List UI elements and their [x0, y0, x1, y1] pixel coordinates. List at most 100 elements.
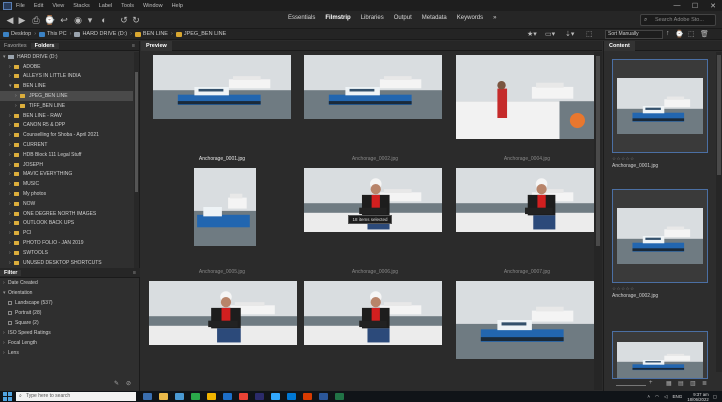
folder-tree-item[interactable]: ▾ HARD DRIVE (D:) [0, 52, 133, 62]
breadcrumb-item[interactable]: This PC › [39, 31, 71, 37]
folder-up-icon[interactable]: ⎙ [30, 14, 42, 26]
excel-icon[interactable] [335, 393, 344, 400]
breadcrumb-item[interactable]: HARD DRIVE (D:) › [74, 31, 132, 37]
boomerang-icon[interactable]: ↩ [58, 14, 70, 26]
view-thumbnails-icon[interactable]: ▤ [678, 380, 684, 387]
checkbox[interactable] [8, 311, 12, 315]
folder-tree-item[interactable]: › HDB Block 111 Legal Stuff [0, 150, 133, 160]
sticky-notes-icon[interactable] [207, 393, 216, 400]
thumbnail[interactable] [304, 55, 442, 119]
pin-icon[interactable]: ✎ [114, 380, 119, 387]
preview-scrollbar[interactable] [594, 52, 602, 390]
tab-folders[interactable]: Folders [30, 42, 59, 49]
filter-row[interactable]: Portrait (28) [0, 308, 140, 318]
delete-icon[interactable]: 🗑 [700, 30, 709, 38]
thumbnail-size-slider[interactable] [616, 385, 646, 386]
photoshop-icon[interactable] [271, 393, 280, 400]
thumbnail[interactable] [153, 55, 291, 119]
folder-tree-item[interactable]: › BEN LINE - RAW [0, 111, 133, 121]
folder-tree-item[interactable]: › JPEG_BEN LINE [0, 91, 133, 101]
content-thumbnail[interactable] [612, 189, 708, 283]
menu-item-help[interactable]: Help [172, 3, 183, 9]
tab-preview[interactable]: Preview [141, 40, 172, 51]
volume-icon[interactable]: ◁ [664, 394, 667, 400]
tray-arrow-icon[interactable]: ˄ [647, 394, 650, 399]
thumbnail[interactable] [149, 281, 297, 345]
zoom-in-icon[interactable]: + [649, 380, 653, 386]
workspace-filmstrip[interactable]: Filmstrip [325, 15, 350, 21]
thumbnail[interactable] [456, 281, 594, 359]
breadcrumb-item[interactable]: JPEG_BEN LINE [175, 31, 226, 37]
filter-row[interactable]: Landscape (537) [0, 298, 140, 308]
clear-filter-icon[interactable]: ⊘ [126, 380, 131, 387]
folder-tree-item[interactable]: › ADOBE [0, 62, 133, 72]
folder-tree-scrollbar[interactable] [134, 52, 139, 268]
folder-tree-item[interactable]: › MUSIC [0, 179, 133, 189]
tab-favorites[interactable]: Favorites [0, 43, 31, 49]
chrome-icon[interactable] [239, 393, 248, 400]
content-scrollbar[interactable] [716, 52, 722, 372]
menu-item-edit[interactable]: Edit [34, 3, 43, 9]
forward-icon[interactable]: ▶ [16, 14, 28, 26]
filter-row[interactable]: ▾ Orientation [0, 288, 140, 298]
word-icon[interactable] [319, 393, 328, 400]
sort-select[interactable]: Sort Manually [605, 30, 663, 39]
workspace-metadata[interactable]: Metadata [422, 15, 447, 21]
folder-tree-item[interactable]: › CANON R5 & DPP [0, 121, 133, 131]
folder-tree-item[interactable]: › MAVIC EVERYTHING [0, 170, 133, 180]
workspace-essentials[interactable]: Essentials [288, 15, 315, 21]
thumbnail[interactable] [456, 168, 594, 232]
search-input[interactable]: ⌕ Search Adobe Sto... [640, 14, 716, 26]
refine-icon[interactable]: ▾ [84, 14, 96, 26]
maximize-icon[interactable]: ☐ [686, 2, 704, 10]
folder-tree-item[interactable]: ▾ BEN LINE [0, 81, 133, 91]
file-explorer-icon[interactable] [159, 393, 168, 400]
outlook-icon[interactable] [287, 393, 296, 400]
get-photos-icon[interactable]: ◉ [72, 14, 84, 26]
new-folder-button-icon[interactable]: ⬚ [688, 30, 695, 38]
breadcrumb-item[interactable]: BEN LINE › [134, 31, 173, 37]
tab-filter[interactable]: Filter [0, 269, 22, 276]
windows-start-icon[interactable] [3, 392, 12, 401]
folder-tree-item[interactable]: › My photos [0, 189, 133, 199]
recent-file-icon[interactable]: ⌚ [675, 30, 684, 38]
view-list-icon[interactable]: ≣ [702, 380, 707, 387]
teams-icon[interactable] [223, 393, 232, 400]
content-thumbnail[interactable] [612, 59, 708, 153]
thumbnail[interactable] [456, 55, 594, 139]
close-icon[interactable]: ✕ [704, 2, 722, 10]
filter-row[interactable]: › Focal Length [0, 338, 140, 348]
task-view-icon[interactable] [143, 393, 152, 400]
minimize-icon[interactable]: — [668, 2, 686, 10]
whatsapp-icon[interactable] [191, 393, 200, 400]
filter-items-icon[interactable]: ⇣▾ [565, 30, 574, 38]
bridge-taskbar-icon[interactable] [255, 393, 264, 400]
filter-row[interactable]: › ISO Speed Ratings [0, 328, 140, 338]
open-in-camera-raw-icon[interactable]: ◐ [98, 14, 110, 26]
menu-item-stacks[interactable]: Stacks [73, 3, 90, 9]
filter-row[interactable]: Square (2) [0, 318, 140, 328]
chevron-right-icon[interactable]: › [130, 31, 132, 37]
powerpoint-icon[interactable] [303, 393, 312, 400]
wifi-icon[interactable]: ◠ [655, 394, 659, 400]
workspace-keywords[interactable]: Keywords [457, 15, 483, 21]
tab-content[interactable]: Content [604, 40, 635, 51]
folder-tree-item[interactable]: › PHOTO FOLIO - JAN 2019 [0, 238, 133, 248]
folder-tree-item[interactable]: › Counselling for Shoba - April 2021 [0, 130, 133, 140]
folder-tree-item[interactable]: › NOW [0, 199, 133, 209]
filter-row[interactable]: › Date Created [0, 278, 140, 288]
quality-icon[interactable]: ▭▾ [545, 30, 555, 38]
folder-tree-item[interactable]: › OUTLOOK BACK UPS [0, 219, 133, 229]
folder-tree-item[interactable]: › ONE DEGREE NORTH IMAGES [0, 209, 133, 219]
sort-ascending-icon[interactable]: ↑ [666, 30, 670, 37]
new-folder-icon[interactable]: ⬚ [586, 30, 593, 38]
folder-tree-item[interactable]: › SWTOOLS [0, 248, 133, 258]
taskbar-search-input[interactable]: ⌕ Type here to search [16, 392, 136, 401]
clock[interactable]: 9:37 am 18/06/2022 [687, 392, 709, 402]
workspace-libraries[interactable]: Libraries [361, 15, 384, 21]
rotate-left-icon[interactable]: ↺ [118, 14, 130, 26]
back-icon[interactable]: ◀ [4, 14, 16, 26]
thumbnail[interactable] [194, 168, 256, 246]
star-filter-icon[interactable]: ★▾ [527, 30, 537, 38]
menu-item-view[interactable]: View [52, 3, 64, 9]
